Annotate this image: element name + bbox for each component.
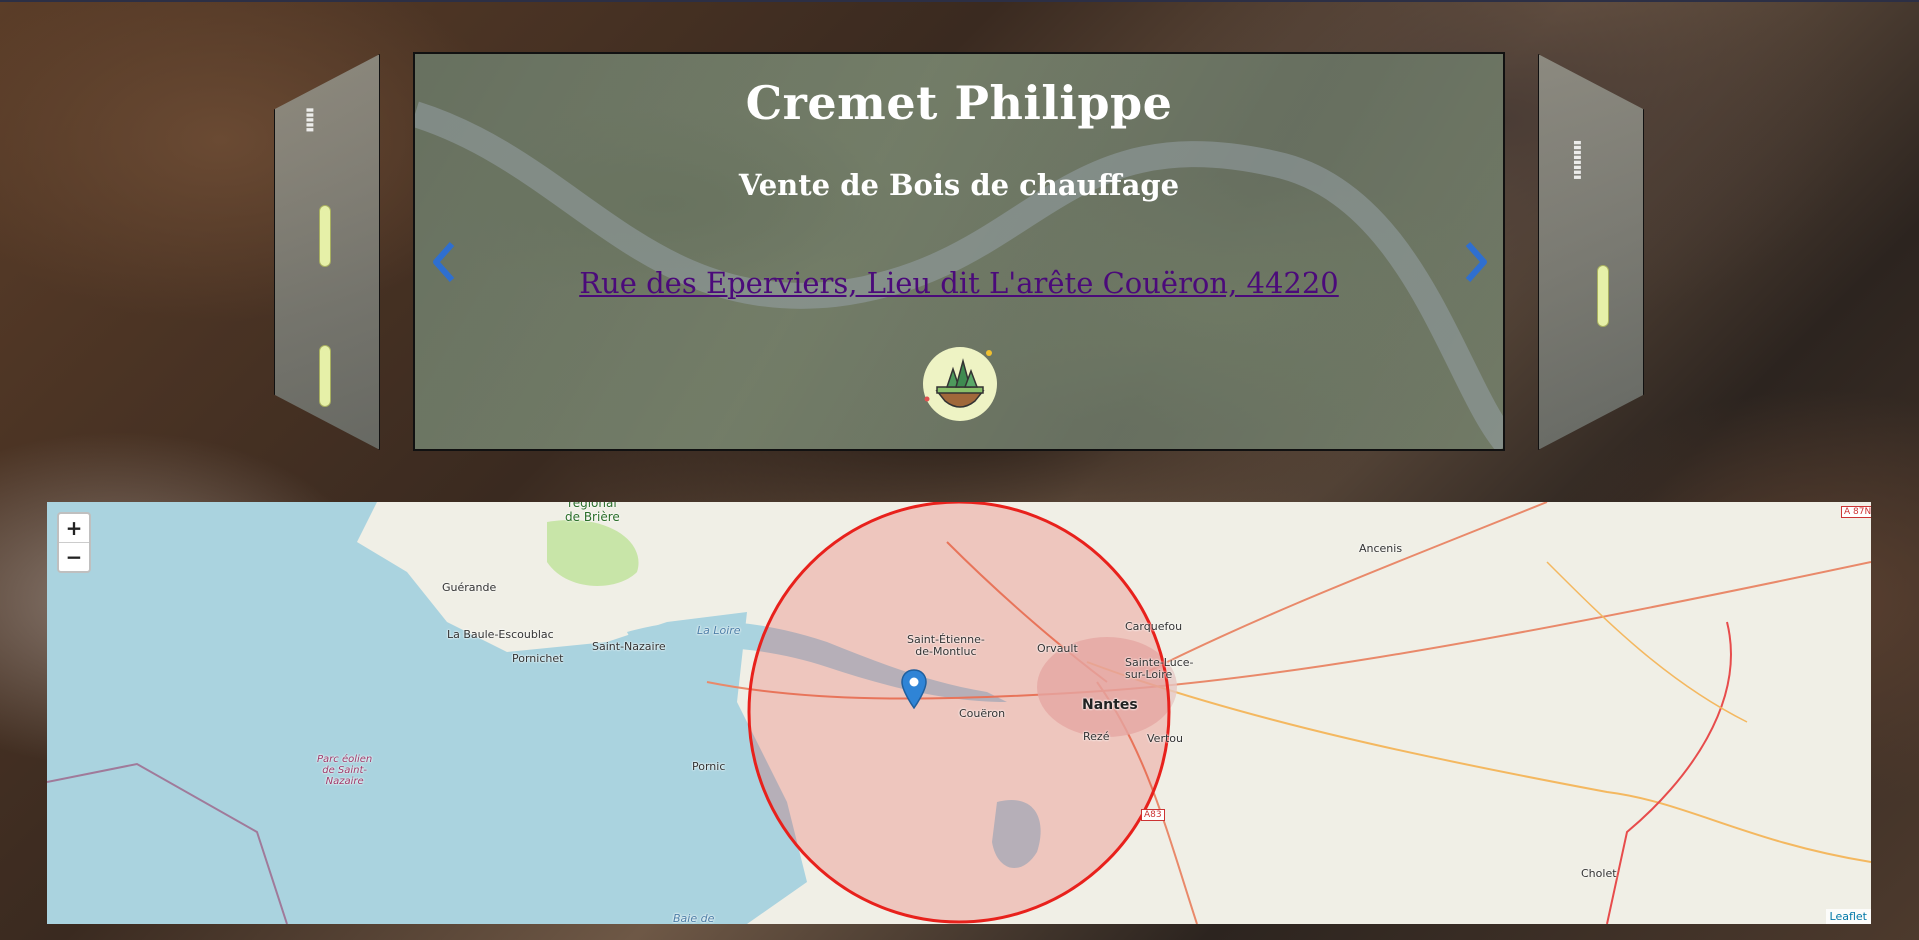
- chevron-right-icon: [1465, 242, 1487, 282]
- side-panel-text: ▮▮▮▮▮▮▮▮: [1571, 140, 1582, 180]
- carousel-slide: Cremet Philippe Vente de Bois de chauffa…: [413, 52, 1505, 451]
- map-label-pornichet: Pornichet: [512, 652, 564, 665]
- zoom-in-button[interactable]: +: [59, 514, 89, 543]
- map-label-briere: régional de Brière: [565, 502, 620, 524]
- map-label-vertou: Vertou: [1147, 732, 1183, 745]
- map-label-saintnazaire: Saint-Nazaire: [592, 640, 666, 653]
- chevron-left-icon: [433, 242, 455, 282]
- carousel-side-panel-left[interactable]: ▮▮▮▮▮: [274, 54, 380, 450]
- side-panel-text: ▮▮▮▮▮: [304, 107, 315, 133]
- top-edge-line: [0, 0, 1919, 2]
- leaflet-map[interactable]: + − régional de Brière Guérande La Baule…: [47, 502, 1871, 924]
- map-label-sainetienne: Saint-Étienne- de-Montluc: [907, 633, 985, 658]
- address-link[interactable]: Rue des Eperviers, Lieu dit L'arête Couë…: [415, 266, 1503, 300]
- map-label-cholet: Cholet: [1581, 867, 1617, 880]
- company-title: Cremet Philippe: [745, 76, 1173, 130]
- side-panel-logo: [319, 205, 331, 267]
- zoom-out-button[interactable]: −: [59, 543, 89, 571]
- map-label-carquefou: Carquefou: [1125, 620, 1183, 633]
- company-subtitle: Vente de Bois de chauffage: [738, 168, 1180, 202]
- map-label-pornic: Pornic: [692, 760, 726, 773]
- tree-island-logo-icon: [923, 347, 997, 421]
- map-label-laloire: La Loire: [697, 624, 741, 637]
- map-label-labaule: La Baule-Escoublac: [447, 628, 554, 641]
- side-panel-logo: [1597, 265, 1609, 327]
- map-label-orvault: Orvault: [1037, 642, 1078, 655]
- zoom-control: + −: [57, 512, 91, 573]
- map-label-baie: Baie de: [673, 912, 715, 924]
- leaflet-attribution-link[interactable]: Leaflet: [1825, 909, 1871, 924]
- map-label-coueron: Couëron: [959, 707, 1006, 720]
- map-label-a83: A83: [1141, 809, 1165, 821]
- map-label-a87: A 87N: [1841, 506, 1871, 518]
- map-label-ancenis: Ancenis: [1359, 542, 1403, 555]
- map-label-reze: Rezé: [1083, 730, 1110, 743]
- map-label-parc-eolien: Parc éolien de Saint- Nazaire: [317, 754, 373, 787]
- map-pin-icon[interactable]: [901, 669, 927, 710]
- map-label-guerande: Guérande: [442, 581, 497, 594]
- map-label-saintelucie: Sainte-Luce- sur-Loire: [1125, 656, 1194, 681]
- carousel-side-panel-right[interactable]: ▮▮▮▮▮▮▮▮: [1538, 54, 1644, 450]
- carousel-next-button[interactable]: [1456, 240, 1496, 284]
- map-label-nantes: Nantes: [1082, 697, 1138, 713]
- carousel-prev-button[interactable]: [424, 240, 464, 284]
- side-panel-logo: [319, 345, 331, 407]
